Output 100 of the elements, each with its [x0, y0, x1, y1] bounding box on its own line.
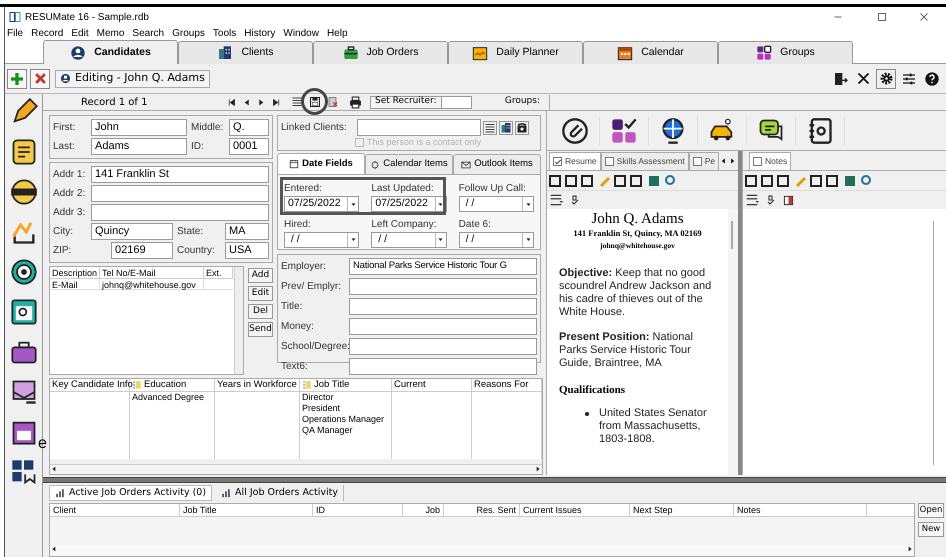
menu-item[interactable]: Help [326, 28, 348, 38]
input-field[interactable] [349, 298, 537, 315]
building-icon[interactable] [499, 120, 513, 134]
menu-item[interactable]: Record [31, 28, 64, 38]
note-icon[interactable] [10, 138, 38, 166]
checklist-icon[interactable] [610, 116, 638, 144]
maximize-icon[interactable] [876, 11, 888, 23]
input-field[interactable] [349, 338, 537, 355]
input-field[interactable] [91, 185, 269, 202]
date-picker[interactable]: 07/25/2022 [284, 196, 360, 212]
input-field[interactable]: Q. [229, 119, 269, 136]
list-icon[interactable] [483, 120, 497, 134]
menu-item[interactable]: Window [283, 28, 319, 38]
paperclip-icon[interactable] [561, 116, 589, 144]
input-field[interactable]: 02169 [111, 242, 173, 259]
next-icon[interactable] [257, 98, 266, 106]
date-tab[interactable]: Calendar Items [365, 154, 453, 174]
menu-item[interactable]: Tools [212, 28, 236, 38]
mail-icon[interactable] [10, 378, 38, 406]
contact-button[interactable]: Edit [248, 286, 273, 301]
checkbox[interactable] [753, 157, 762, 166]
main-tab[interactable]: Groups [718, 41, 853, 64]
input-field[interactable] [349, 358, 537, 375]
input-field[interactable]: 141 Franklin St [91, 166, 269, 183]
input-field[interactable]: Adams [91, 138, 187, 155]
date-tab[interactable]: Date Fields [277, 153, 365, 174]
phone-icon[interactable] [515, 120, 529, 134]
first-icon[interactable] [227, 98, 236, 106]
menu-item[interactable]: Search [132, 28, 164, 38]
activity-tab[interactable]: Active Job Orders Activity (0) [49, 485, 212, 501]
menu-item[interactable]: Memo [96, 28, 124, 38]
notes-tab[interactable]: Notes [749, 152, 792, 170]
main-tab[interactable]: Job Orders [313, 41, 448, 64]
date-picker[interactable]: / / [458, 196, 534, 212]
plus-icon [9, 70, 25, 86]
main-tab[interactable]: Clients [178, 41, 313, 64]
groups-icon[interactable] [10, 458, 38, 486]
briefcase-icon [342, 45, 359, 61]
input-field[interactable]: National Parks Service Historic Tour G [349, 258, 537, 275]
document-tab[interactable]: Resume [549, 152, 601, 170]
activity-tab[interactable]: All Job Orders Activity [216, 485, 344, 501]
spacing-icon[interactable] [549, 193, 563, 207]
date-picker[interactable]: / / [284, 232, 360, 248]
input-field[interactable] [349, 318, 537, 335]
main-tab[interactable]: Calendar [583, 41, 718, 64]
checkbox[interactable] [692, 157, 702, 166]
last-icon[interactable] [272, 98, 281, 106]
add-button[interactable] [7, 68, 27, 88]
field-label: ID: [190, 140, 205, 154]
target-icon[interactable] [10, 258, 38, 286]
checkbox[interactable] [553, 157, 562, 166]
scrollbar[interactable] [234, 267, 243, 374]
input-field[interactable]: 0001 [229, 138, 269, 155]
table-row[interactable]: E-Mail johnq@whitehouse.gov [50, 279, 233, 290]
input-field[interactable]: USA [225, 242, 269, 259]
checkbox[interactable] [604, 157, 614, 166]
field-label: Linked Clients: [281, 121, 348, 135]
printer-icon[interactable] [349, 96, 362, 108]
activity-button[interactable]: Open [918, 503, 944, 518]
input-field[interactable]: Quincy [91, 223, 173, 240]
list-icon[interactable] [291, 96, 303, 108]
spacing-icon[interactable] [745, 193, 759, 207]
save-icon[interactable] [309, 96, 321, 108]
sliders-icon[interactable] [901, 70, 917, 86]
date-picker[interactable]: 07/25/2022 [371, 196, 447, 212]
input-field[interactable] [349, 278, 537, 295]
color-icon[interactable] [783, 194, 794, 206]
help-icon[interactable] [924, 70, 940, 86]
activity-button[interactable]: New [918, 522, 944, 537]
linked-clients-field[interactable] [357, 119, 481, 136]
record-counter: Record 1 of 1 [81, 96, 148, 110]
delete-button[interactable] [30, 68, 50, 88]
menu-item[interactable]: History [244, 28, 276, 38]
document-tab[interactable]: Pe [688, 152, 720, 170]
grid-icon [756, 45, 772, 61]
export-icon[interactable] [833, 70, 849, 86]
delete-record-icon[interactable] [327, 96, 339, 108]
scrollbar[interactable] [728, 209, 738, 475]
search-window-icon[interactable] [10, 298, 38, 326]
scroll-left-icon [50, 465, 58, 473]
menu-item[interactable]: File [7, 28, 24, 38]
previous-icon[interactable] [242, 98, 251, 106]
close-icon[interactable] [918, 11, 930, 23]
input-field[interactable] [91, 204, 269, 221]
contact-button[interactable]: Del [248, 304, 273, 319]
date-tab[interactable]: Outlook Items [453, 154, 541, 174]
settings-button[interactable] [876, 68, 896, 88]
document-tab[interactable]: Skills Assessment [600, 152, 689, 170]
main-tab[interactable]: Daily Planner [448, 41, 583, 64]
input-field[interactable]: MA [225, 223, 269, 240]
contact-button[interactable]: Send [248, 322, 273, 337]
date-picker[interactable]: / / [371, 232, 447, 248]
menu-item[interactable]: Groups [172, 28, 205, 38]
contact-button[interactable]: Add [248, 268, 273, 283]
date-picker[interactable]: / / [458, 232, 534, 248]
scrollbar[interactable] [50, 464, 542, 474]
input-field[interactable]: John [91, 119, 187, 136]
set-recruiter-field[interactable]: Set Recruiter: [370, 96, 472, 108]
main-tab[interactable]: Candidates [43, 40, 178, 64]
menu-item[interactable]: Edit [71, 28, 89, 38]
